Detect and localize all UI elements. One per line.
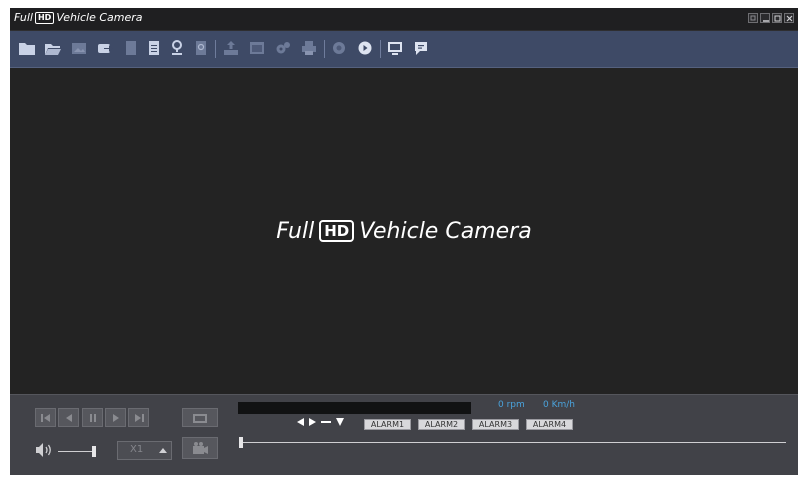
app-title: Full HD Vehicle Camera — [14, 11, 143, 24]
reverse-icon — [336, 418, 344, 426]
document-icon[interactable] — [120, 37, 142, 59]
brake-icon — [321, 421, 331, 423]
toolbar-separator — [215, 40, 216, 58]
video-clip-icon[interactable] — [182, 437, 218, 459]
toolbar-separator — [380, 40, 381, 58]
speed-readout: 0 Km/h — [543, 400, 575, 410]
rpm-readout: 0 rpm — [498, 400, 525, 410]
title-bar: Full HD Vehicle Camera — [10, 8, 798, 31]
video-display[interactable]: Full HD Vehicle Camera — [10, 68, 798, 394]
window-controls — [748, 13, 794, 23]
status-bar — [238, 402, 471, 414]
logo-watermark: Full HD Vehicle Camera — [10, 68, 798, 394]
skip-back-icon[interactable] — [35, 408, 56, 427]
maximize-icon[interactable] — [772, 13, 782, 23]
alarm1-indicator: ALARM1 — [364, 419, 411, 430]
pause-icon[interactable] — [82, 408, 103, 427]
watermark-vehicle-camera-text: Vehicle Camera — [359, 218, 532, 244]
settings-gear-icon[interactable] — [272, 37, 294, 59]
turn-right-icon — [309, 418, 316, 426]
printer-icon[interactable] — [298, 37, 320, 59]
playback-controls: X1 0 rpm 0 Km/h ALARM1 ALARM2 ALARM3 ALA… — [10, 394, 798, 475]
snapshot-icon[interactable] — [182, 408, 218, 427]
seek-slider-thumb[interactable] — [239, 437, 243, 448]
watermark-full-text: Full — [276, 218, 315, 244]
open-folder-icon[interactable] — [42, 37, 64, 59]
restore-icon[interactable] — [760, 13, 770, 23]
window-icon[interactable] — [246, 37, 268, 59]
search-document-icon[interactable] — [190, 37, 212, 59]
minimize-icon[interactable] — [748, 13, 758, 23]
map-pin-icon[interactable] — [166, 37, 188, 59]
skip-forward-icon[interactable] — [128, 408, 149, 427]
volume-slider-thumb[interactable] — [92, 446, 96, 457]
title-full-text: Full — [14, 11, 33, 24]
close-icon[interactable] — [784, 13, 794, 23]
upload-icon[interactable] — [220, 37, 242, 59]
step-back-icon[interactable] — [58, 408, 79, 427]
document-lines-icon[interactable] — [143, 37, 165, 59]
direction-indicators — [296, 417, 345, 427]
image-icon[interactable] — [68, 37, 90, 59]
volume-slider-track[interactable] — [58, 451, 94, 452]
speed-up-icon[interactable] — [158, 446, 168, 454]
title-hd-badge: HD — [34, 11, 55, 24]
export-icon[interactable] — [94, 37, 116, 59]
chat-bubble-icon[interactable] — [410, 37, 432, 59]
alarm4-indicator: ALARM4 — [526, 419, 573, 430]
toolbar — [10, 31, 798, 68]
play-icon[interactable] — [105, 408, 126, 427]
seek-slider-track[interactable] — [240, 442, 786, 443]
playback-speed-control[interactable]: X1 — [117, 441, 172, 460]
turn-left-icon — [297, 418, 304, 426]
play-circle-icon[interactable] — [354, 37, 376, 59]
watermark-hd-badge: HD — [319, 220, 355, 242]
screen-icon[interactable] — [384, 37, 406, 59]
alarm3-indicator: ALARM3 — [472, 419, 519, 430]
folder-icon[interactable] — [16, 37, 38, 59]
toolbar-separator — [324, 40, 325, 58]
app-window: Full HD Vehicle Camera Full HD Vehicle C… — [10, 8, 798, 475]
title-vehicle-camera-text: Vehicle Camera — [56, 11, 143, 24]
record-icon[interactable] — [328, 37, 350, 59]
alarm2-indicator: ALARM2 — [418, 419, 465, 430]
volume-icon[interactable] — [34, 442, 54, 458]
speed-value: X1 — [130, 444, 144, 455]
